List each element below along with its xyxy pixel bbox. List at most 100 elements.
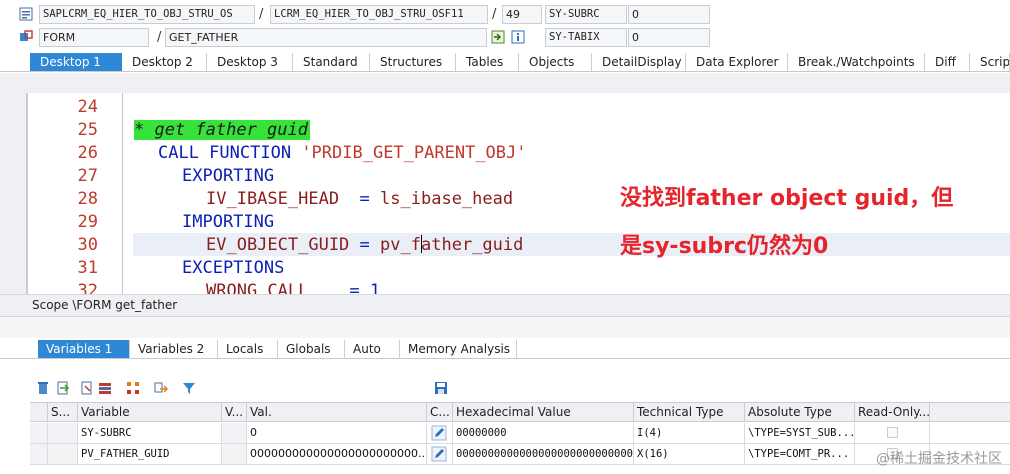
line-number: 29 — [77, 212, 98, 232]
sysubrc-label: SY-SUBRC — [545, 5, 627, 24]
value-cell[interactable]: 000000000000000000000000... — [247, 444, 427, 464]
line-number: 27 — [77, 166, 98, 186]
operator: = — [359, 235, 370, 255]
column-header-technical-type[interactable]: Technical Type — [634, 403, 745, 422]
column-header-absolute-type[interactable]: Absolute Type — [745, 403, 855, 422]
event-type-field[interactable]: FORM — [39, 28, 149, 47]
scope-bar: Scope \FORM get_father — [0, 294, 1010, 316]
program-info-row: SAPLCRM_EQ_HIER_TO_OBJ_STRU_OS / LCRM_EQ… — [0, 5, 1010, 27]
annotation-text: 没找到father object guid，但 — [620, 186, 954, 211]
include-field[interactable]: LCRM_EQ_HIER_TO_OBJ_STRU_OSF11 — [270, 5, 488, 24]
line-number: 24 — [77, 97, 98, 117]
tab-data-explorer[interactable]: Data Explorer — [686, 53, 788, 71]
code-line-29: IMPORTING — [182, 211, 274, 234]
gutter-divider — [122, 93, 123, 294]
tab-auto[interactable]: Auto — [345, 340, 400, 358]
operator: = — [359, 189, 370, 209]
tab-tables[interactable]: Tables — [456, 53, 519, 71]
number: 1 — [369, 281, 381, 294]
read-only-checkbox — [887, 427, 898, 438]
keyword: IMPORTING — [182, 212, 275, 232]
v-cell — [222, 444, 247, 464]
layout-icon[interactable] — [98, 381, 112, 395]
code-line-25: * get father guid — [134, 119, 310, 142]
tab-variables-1[interactable]: Variables 1 — [38, 340, 130, 358]
tab-desktop-1[interactable]: Desktop 1 — [30, 53, 122, 71]
line-number: 31 — [77, 258, 98, 278]
code-line-30: EV_OBJECT_GUID = pv_father_guid — [206, 234, 523, 257]
splitter[interactable] — [0, 316, 1010, 338]
sytabix-label: SY-TABIX — [545, 28, 627, 47]
parameter: IV_IBASE_HEAD — [206, 189, 340, 209]
column-header-variable[interactable]: Variable — [78, 403, 222, 422]
navigate-source-icon[interactable] — [491, 30, 505, 44]
change-cell — [427, 444, 453, 464]
variable-cell[interactable]: PV_FATHER_GUID — [78, 444, 222, 464]
form-icon — [20, 30, 33, 41]
string-literal: 'PRDIB_GET_PARENT_OBJ' — [301, 143, 527, 163]
keyword: CALL FUNCTION — [158, 143, 292, 163]
tab-structures[interactable]: Structures — [370, 53, 456, 71]
variable: pv_f — [380, 235, 421, 255]
tab-globals[interactable]: Globals — [278, 340, 345, 358]
tab-break-watchpoints[interactable]: Break./Watchpoints — [788, 53, 925, 71]
save-icon[interactable] — [434, 381, 448, 395]
tab-detaildisplay[interactable]: DetailDisplay — [592, 53, 686, 71]
info-icon[interactable] — [511, 30, 525, 44]
code-line-28: IV_IBASE_HEAD = ls_ibase_head — [206, 188, 513, 211]
comment: * get father guid — [134, 120, 310, 140]
line-number: 32 — [77, 281, 98, 294]
table-row[interactable]: PV_FATHER_GUID 000000000000000000000000.… — [30, 444, 1010, 465]
tab-script[interactable]: Script — [970, 53, 1010, 71]
v-cell — [222, 423, 247, 443]
column-header-hex[interactable]: Hexadecimal Value — [453, 403, 634, 422]
column-header-value[interactable]: Val. — [247, 403, 427, 422]
keyword: EXPORTING — [182, 166, 275, 186]
tab-desktop-2[interactable]: Desktop 2 — [122, 53, 207, 71]
hierarchy-icon[interactable] — [126, 381, 140, 395]
code-line-27: EXPORTING — [182, 165, 274, 188]
tab-standard[interactable]: Standard — [293, 53, 370, 71]
column-header-v[interactable]: V... — [222, 403, 247, 422]
edit-pencil-icon[interactable] — [431, 446, 447, 462]
separator: / — [492, 7, 497, 22]
tab-diff[interactable]: Diff — [925, 53, 970, 71]
program-field[interactable]: SAPLCRM_EQ_HIER_TO_OBJ_STRU_OS — [39, 5, 255, 24]
line-number-field[interactable]: 49 — [502, 5, 542, 24]
separator: / — [259, 7, 264, 22]
watermark: @稀土掘金技术社区 — [876, 451, 1002, 467]
technical-type-cell: X(16) — [634, 444, 745, 464]
filter-icon[interactable] — [182, 381, 196, 395]
edit-pencil-icon[interactable] — [431, 425, 447, 441]
line-number: 28 — [77, 189, 98, 209]
export-icon[interactable] — [80, 381, 94, 395]
variable: ls_ibase_head — [380, 189, 514, 209]
table-header: S... Variable V... Val. C... Hexadecimal… — [30, 402, 1010, 422]
event-name-field[interactable]: GET_FATHER — [165, 28, 487, 47]
row-selector[interactable] — [30, 423, 48, 443]
line-number: 25 — [77, 120, 98, 140]
tab-locals[interactable]: Locals — [218, 340, 278, 358]
tab-memory-analysis[interactable]: Memory Analysis — [400, 340, 517, 358]
scope-label: Scope \FORM get_father — [32, 298, 178, 312]
technical-type-cell: I(4) — [634, 423, 745, 443]
variables-tab-bar: Variables 1 Variables 2 Locals Globals A… — [0, 339, 1010, 359]
separator: / — [157, 30, 162, 45]
tab-objects[interactable]: Objects — [519, 53, 592, 71]
column-header-read-only[interactable]: Read-Only... — [855, 403, 930, 422]
variables-toolbar — [0, 359, 1010, 401]
value-cell[interactable]: 0 — [247, 423, 427, 443]
event-info-row: FORM / GET_FATHER SY-TABIX 0 — [0, 28, 1010, 50]
column-header-status[interactable]: S... — [48, 403, 78, 422]
variable-cell[interactable]: SY-SUBRC — [78, 423, 222, 443]
row-selector[interactable] — [30, 444, 48, 464]
variables-table: S... Variable V... Val. C... Hexadecimal… — [30, 402, 1010, 474]
tab-desktop-3[interactable]: Desktop 3 — [207, 53, 293, 71]
tab-variables-2[interactable]: Variables 2 — [130, 340, 218, 358]
variable: ather_guid — [421, 235, 524, 255]
import-icon[interactable] — [56, 381, 70, 395]
table-row[interactable]: SY-SUBRC 0 00000000 I(4) \TYPE=SYST_SUB.… — [30, 423, 1010, 444]
delete-icon[interactable] — [36, 381, 50, 395]
transfer-icon[interactable] — [154, 381, 168, 395]
column-header-change[interactable]: C... — [427, 403, 453, 422]
